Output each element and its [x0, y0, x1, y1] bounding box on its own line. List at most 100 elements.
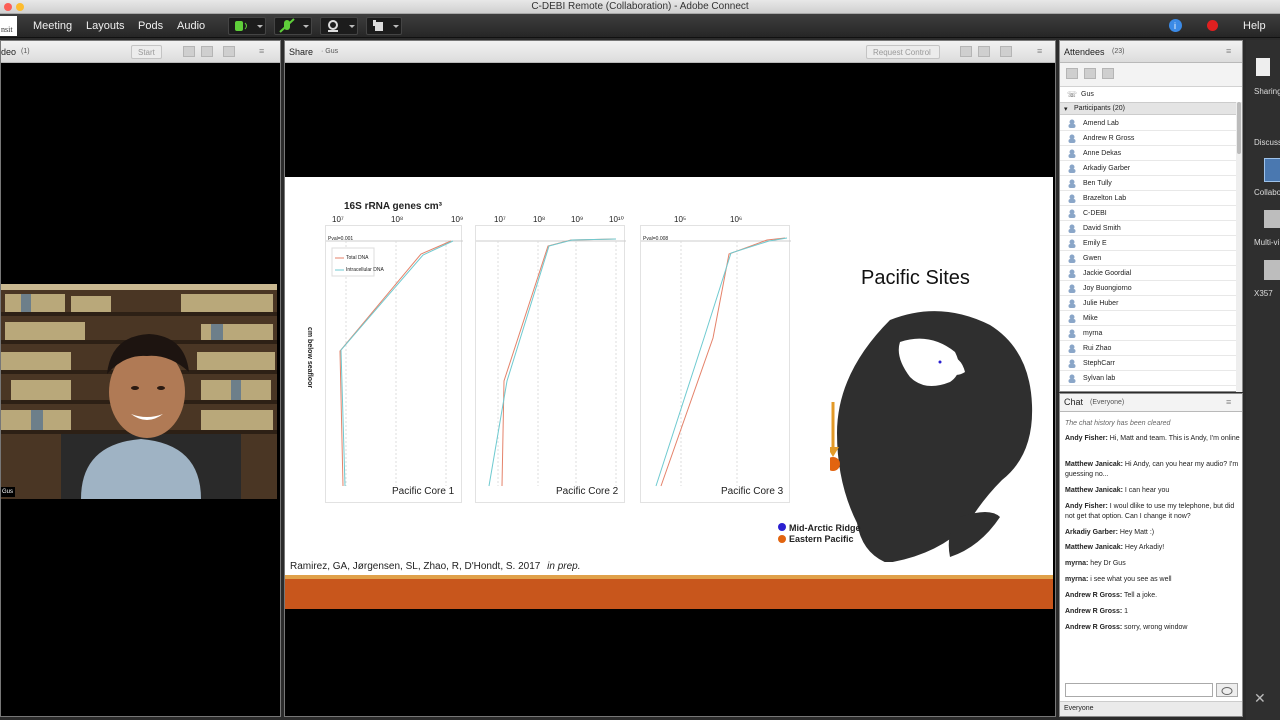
webcam-toggle-button[interactable]	[320, 17, 358, 35]
accent-bar	[285, 579, 1053, 609]
participants-header[interactable]: ▾ Participants (20)	[1060, 102, 1242, 115]
info-icon[interactable]: i	[1169, 19, 1182, 32]
participant-row[interactable]: C-DEBI	[1060, 206, 1236, 221]
svg-text:nsit: nsit	[1, 25, 13, 34]
core3-label: Pacific Core 3	[721, 486, 784, 497]
person-icon	[1068, 134, 1076, 143]
layout-thumb-x357[interactable]	[1264, 260, 1280, 280]
layout-discussion-label[interactable]: Discuss	[1254, 138, 1280, 147]
participant-row[interactable]: Amend Lab	[1060, 116, 1236, 131]
panel1-tick-2: 10⁸	[391, 215, 404, 224]
layout-collaboration-label[interactable]: Collabo	[1254, 188, 1280, 197]
fit-page-icon[interactable]	[978, 46, 990, 57]
participant-name: C-DEBI	[1083, 210, 1107, 217]
menu-audio[interactable]: Audio	[177, 20, 205, 32]
chat-recipient-selector[interactable]: Everyone	[1060, 701, 1242, 716]
webcam-icon	[328, 20, 355, 32]
status-view-icon[interactable]	[1084, 68, 1096, 79]
layout-thumb-collaboration[interactable]	[1264, 158, 1280, 182]
role-view-icon[interactable]	[1102, 68, 1114, 79]
video-pod-title: deo	[1, 47, 17, 57]
panel1-tick-1: 10⁷	[332, 215, 344, 224]
host-row[interactable]: ☏ Gus	[1060, 87, 1242, 102]
pod-menu-icon[interactable]: ≡	[1037, 46, 1042, 56]
citation-text: Ramirez, GA, Jørgensen, SL, Zhao, R, D'H…	[290, 561, 541, 572]
grid-view-icon[interactable]	[183, 46, 195, 57]
speech-bubble-icon	[1221, 687, 1233, 695]
attendees-scrollbar[interactable]	[1236, 102, 1242, 392]
participant-row[interactable]: StephCarr	[1060, 356, 1236, 371]
person-icon	[1068, 314, 1076, 323]
participant-row[interactable]: Rui Zhao	[1060, 341, 1236, 356]
list-view-icon[interactable]	[1066, 68, 1078, 79]
participant-row[interactable]: Jackie Goordial	[1060, 266, 1236, 281]
menu-layouts[interactable]: Layouts	[86, 20, 125, 32]
menu-meeting[interactable]: Meeting	[33, 20, 72, 32]
send-message-button[interactable]	[1216, 683, 1238, 697]
participant-name: StephCarr	[1083, 360, 1115, 367]
panel2-tick-1: 10⁷	[494, 215, 506, 224]
participant-row[interactable]: Gwen	[1060, 251, 1236, 266]
filmstrip-view-icon[interactable]	[201, 46, 213, 57]
core1-pval: Pval=0.001	[328, 236, 354, 242]
participant-row[interactable]: myrna	[1060, 326, 1236, 341]
chat-scope: (Everyone)	[1090, 399, 1125, 406]
webcam-user-tag: Gus	[1, 487, 15, 497]
person-icon	[1068, 269, 1076, 278]
person-icon	[1068, 224, 1076, 233]
pod-menu-icon[interactable]: ≡	[1226, 46, 1231, 56]
chat-message: Matthew Janicak: I can hear you	[1065, 486, 1241, 496]
menu-pods[interactable]: Pods	[138, 20, 163, 32]
start-webcam-button[interactable]: Start	[131, 45, 162, 59]
chat-text: 1	[1124, 608, 1129, 615]
video-pod: deo (1) Start ≡ Gus	[0, 40, 281, 717]
close-rail-icon[interactable]: ✕	[1254, 690, 1266, 707]
chat-sender: Matthew Janicak:	[1065, 544, 1123, 551]
scrollbar-thumb[interactable]	[1237, 102, 1241, 154]
pod-menu-icon[interactable]: ≡	[1226, 397, 1231, 407]
chat-sender: Andrew R Gross:	[1065, 624, 1123, 631]
participant-row[interactable]: Ben Tully	[1060, 176, 1236, 191]
chat-sender: Andrew R Gross:	[1065, 608, 1123, 615]
chat-text: i see what you see as well	[1090, 576, 1172, 583]
participant-row[interactable]: David Smith	[1060, 221, 1236, 236]
layout-x357-label[interactable]: X357	[1254, 289, 1273, 298]
participant-row[interactable]: Sylvan lab	[1060, 371, 1236, 386]
chat-message: myrna: i see what you see as well	[1065, 575, 1241, 585]
participant-row[interactable]: Joy Buongiorno	[1060, 281, 1236, 296]
participant-row[interactable]: Mike	[1060, 311, 1236, 326]
chat-message: Andrew R Gross: Tell a joke.	[1065, 591, 1241, 601]
layout-thumb-multi-view[interactable]	[1264, 210, 1280, 228]
y-axis-label-container: cm below seafloor	[303, 327, 315, 407]
pod-menu-icon[interactable]: ≡	[259, 46, 264, 56]
fit-width-icon[interactable]	[960, 46, 972, 57]
participant-row[interactable]: Emily E	[1060, 236, 1236, 251]
panel2-tick-3: 10⁹	[571, 215, 584, 224]
fullscreen-icon[interactable]	[1000, 46, 1012, 57]
layout-multiview-label[interactable]: Multi-vi	[1254, 238, 1279, 247]
panel2-tick-2: 10⁸	[533, 215, 546, 224]
participant-row[interactable]: Julie Huber	[1060, 296, 1236, 311]
speaker-toggle-button[interactable]	[228, 17, 266, 35]
menu-help[interactable]: Help	[1243, 20, 1266, 32]
participant-row[interactable]: Arkadiy Garber	[1060, 161, 1236, 176]
layout-sharing-label[interactable]: Sharing	[1254, 87, 1280, 96]
core2-profile-plot	[476, 238, 626, 487]
chat-message-input[interactable]	[1065, 683, 1213, 697]
participant-row[interactable]: Brazelton Lab	[1060, 191, 1236, 206]
microphone-toggle-button[interactable]	[274, 17, 312, 35]
panel2-tick-4: 10¹⁰	[609, 215, 624, 224]
participant-name: Andrew R Gross	[1083, 135, 1135, 142]
collapse-icon: ▾	[1064, 106, 1068, 113]
request-control-button[interactable]: Request Control	[866, 45, 940, 59]
record-icon[interactable]	[1207, 20, 1218, 31]
person-icon	[1068, 254, 1076, 263]
layout-thumb-sharing[interactable]	[1256, 58, 1270, 76]
chat-sender: myrna:	[1065, 576, 1089, 583]
raise-hand-button[interactable]	[366, 17, 402, 35]
participant-row[interactable]: Anne Dekas	[1060, 146, 1236, 161]
chat-cleared-notice: The chat history has been cleared	[1065, 420, 1171, 427]
fullscreen-icon[interactable]	[223, 46, 235, 57]
participant-row[interactable]: Andrew R Gross	[1060, 131, 1236, 146]
core3-profile-plot	[641, 237, 791, 487]
